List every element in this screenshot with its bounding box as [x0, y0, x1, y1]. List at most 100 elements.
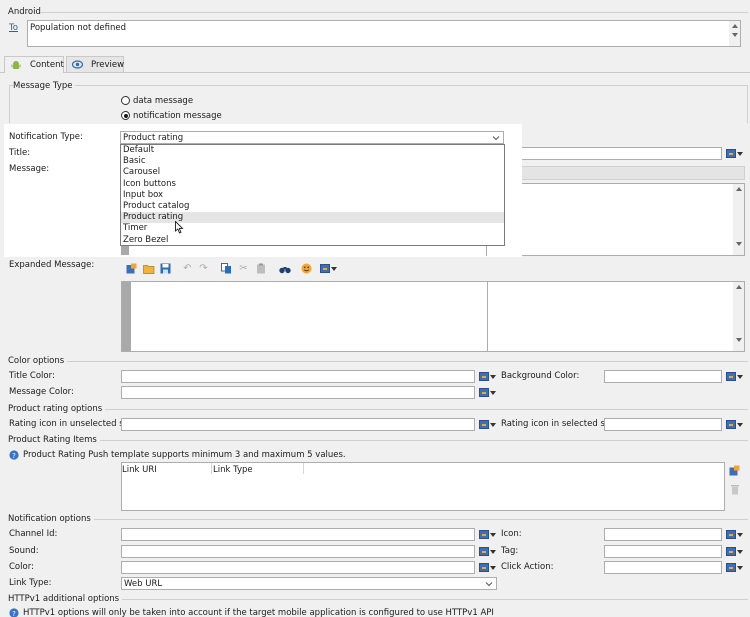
tab-preview[interactable]: Preview [66, 56, 124, 72]
click-action-input[interactable] [604, 561, 722, 574]
color-personalize-button[interactable] [479, 561, 501, 574]
httpv1-options-label: HTTPv1 additional options [8, 594, 123, 604]
undo-icon[interactable]: ↶ [181, 262, 194, 275]
section-title: Android [8, 7, 41, 17]
message-color-label: Message Color: [9, 387, 74, 397]
notification-options-label: Notification options [8, 514, 94, 524]
dropdown-item-product-catalog[interactable]: Product catalog [121, 201, 504, 212]
copy-icon[interactable] [220, 262, 233, 275]
dropdown-item-basic[interactable]: Basic [121, 156, 504, 167]
radio-notification-message[interactable] [121, 111, 130, 120]
open-folder-icon[interactable] [142, 262, 155, 275]
icon-input[interactable] [604, 528, 722, 541]
cut-icon[interactable]: ✂ [237, 262, 250, 275]
product-rating-items-label: Product Rating Items [8, 435, 100, 445]
notification-type-select[interactable]: Product rating [120, 131, 504, 144]
message-editor[interactable] [487, 183, 745, 256]
color-label: Color: [9, 562, 34, 572]
title-label-front: Title: [9, 148, 31, 158]
radio-data-message-label: data message [133, 96, 194, 106]
radio-data-message[interactable] [121, 96, 130, 105]
sound-personalize-button[interactable] [479, 545, 501, 558]
message-type-label: Message Type [13, 81, 76, 91]
color-input[interactable] [121, 561, 475, 574]
expanded-message-label: Expanded Message: [9, 260, 95, 270]
product-rating-options-label: Product rating options [8, 404, 106, 414]
sound-label: Sound: [9, 546, 39, 556]
svg-text:?: ? [12, 452, 16, 460]
click-action-personalize-button[interactable] [726, 561, 748, 574]
add-item-icon[interactable] [729, 465, 740, 476]
link-type-select[interactable]: Web URL [121, 577, 497, 590]
rating-selected-personalize-button[interactable] [726, 418, 748, 431]
dropdown-item-input-box[interactable]: Input box [121, 190, 504, 201]
save-icon[interactable] [159, 262, 172, 275]
chevron-down-icon [485, 580, 493, 588]
to-field[interactable]: Population not defined [27, 20, 741, 47]
icon-personalize-button[interactable] [726, 528, 748, 541]
tag-input[interactable] [604, 545, 722, 558]
mouse-cursor-icon [175, 220, 184, 234]
title-color-input[interactable] [121, 370, 475, 383]
message-gutter [121, 246, 129, 255]
expanded-message-editor[interactable] [121, 281, 745, 352]
to-value: Population not defined [30, 23, 126, 33]
android-icon [11, 60, 21, 70]
tag-personalize-button[interactable] [726, 545, 748, 558]
message-label-front: Message: [9, 164, 50, 174]
channel-id-input[interactable] [121, 528, 475, 541]
paste-icon[interactable] [254, 262, 267, 275]
icon-label: Icon: [501, 529, 522, 539]
rating-unselected-personalize-button[interactable] [479, 418, 501, 431]
title-input[interactable] [504, 147, 722, 160]
eye-icon [71, 60, 84, 69]
tab-content-label: Content [30, 60, 64, 70]
title-color-personalize-button[interactable] [479, 370, 501, 383]
title-personalize-button[interactable] [726, 147, 748, 160]
message-type-group [9, 85, 748, 123]
sound-input[interactable] [121, 545, 475, 558]
message-scrollbar[interactable] [733, 184, 744, 255]
info-icon: ? [9, 450, 19, 460]
to-scrollbar[interactable] [729, 21, 740, 46]
dropdown-item-default[interactable]: Default [121, 145, 504, 156]
personalize-icon[interactable] [125, 262, 138, 275]
notification-type-value: Product rating [123, 133, 184, 143]
product-rating-info-text: Product Rating Push template supports mi… [23, 450, 346, 460]
chevron-down-icon [492, 134, 500, 142]
radio-notification-message-label: notification message [133, 111, 222, 121]
expanded-scrollbar[interactable] [733, 282, 744, 351]
column-link-type[interactable]: Link Type [213, 465, 253, 475]
message-color-personalize-button[interactable] [479, 386, 501, 399]
color-options-label: Color options [8, 356, 68, 366]
link-type-label: Link Type: [9, 578, 52, 588]
redo-icon[interactable]: ↷ [197, 262, 210, 275]
message-toolbar [504, 166, 745, 180]
dropdown-item-zero-bezel[interactable]: Zero Bezel [121, 235, 504, 246]
link-type-value: Web URL [124, 579, 163, 589]
to-link[interactable]: To [9, 23, 18, 33]
column-link-uri[interactable]: Link URI [122, 465, 157, 475]
rating-selected-input[interactable] [604, 418, 722, 431]
delete-item-icon[interactable] [730, 484, 740, 495]
channel-id-personalize-button[interactable] [479, 528, 501, 541]
httpv1-info-text: HTTPv1 options will only be taken into a… [23, 608, 494, 617]
rating-items-table[interactable]: Link URI Link Type [121, 462, 725, 511]
background-color-input[interactable] [604, 370, 722, 383]
message-color-input[interactable] [121, 386, 475, 399]
title-color-label: Title Color: [9, 371, 55, 381]
dropdown-item-icon-buttons[interactable]: Icon buttons [121, 179, 504, 190]
rating-unselected-input[interactable] [121, 418, 475, 431]
background-color-personalize-button[interactable] [726, 370, 748, 383]
dropdown-item-carousel[interactable]: Carousel [121, 167, 504, 178]
emoji-icon[interactable] [300, 262, 313, 275]
expanded-personalize-button[interactable] [320, 262, 342, 275]
tab-content[interactable]: Content [4, 56, 64, 73]
message-divider [486, 246, 487, 256]
svg-text:?: ? [12, 610, 16, 617]
channel-id-label: Channel Id: [9, 529, 58, 539]
click-action-label: Click Action: [501, 562, 554, 572]
tab-preview-label: Preview [91, 60, 125, 70]
binoculars-icon[interactable] [278, 262, 291, 275]
expanded-toolbar: ↶ ↷ ✂ [120, 261, 350, 276]
